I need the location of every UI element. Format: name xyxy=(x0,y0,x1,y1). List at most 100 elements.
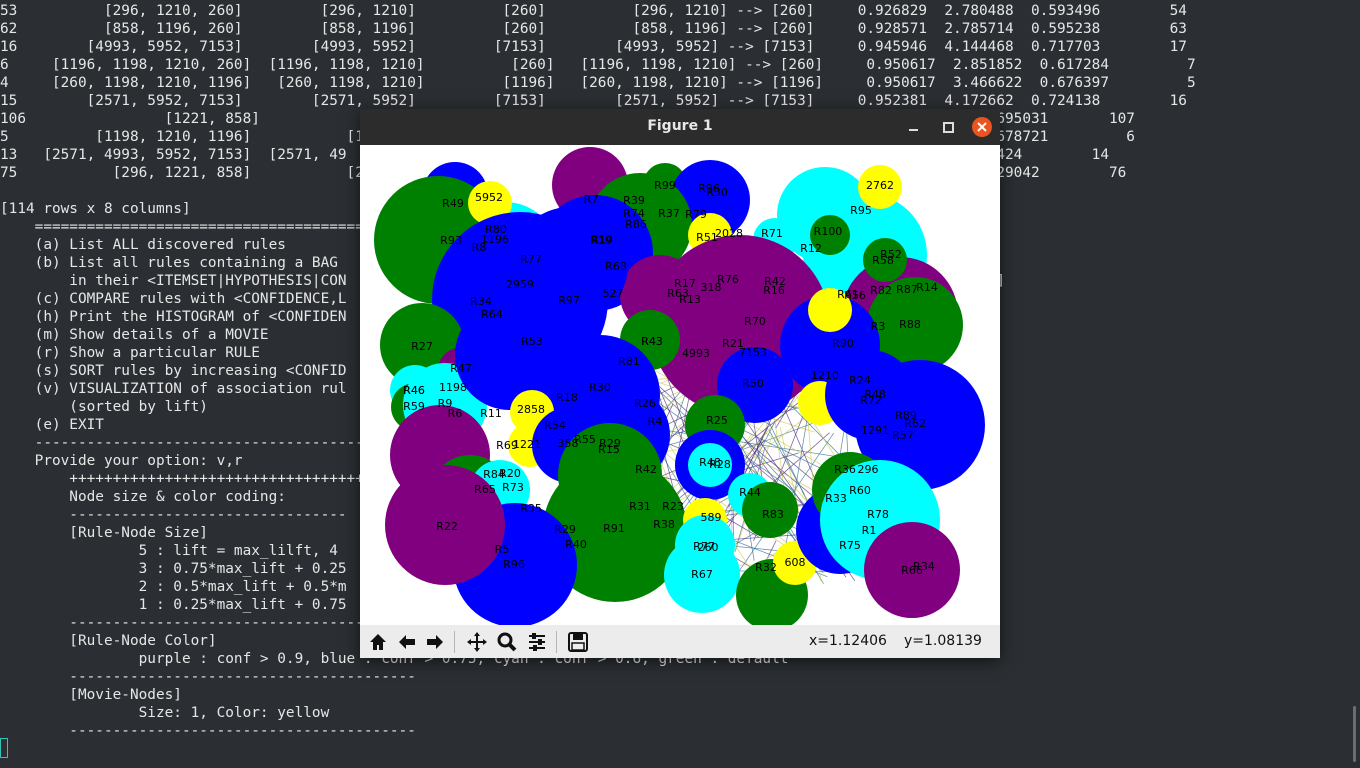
terminal-line: [Rule-Node Size] xyxy=(0,525,208,541)
terminal-line: 4 [260, 1198, 1210, 1196] [260, 1198, 12… xyxy=(0,75,1196,91)
node-label: R42 xyxy=(764,275,786,288)
node-label: R57 xyxy=(892,429,914,442)
terminal-line: [Movie-Nodes] xyxy=(0,687,182,703)
pan-icon xyxy=(467,632,487,652)
node-label: R59 xyxy=(403,400,425,413)
terminal-line: (a) List ALL discovered rules xyxy=(0,237,286,253)
close-button[interactable] xyxy=(972,117,992,137)
terminal-line: -------------------------------- xyxy=(0,507,347,523)
node-label: R68 xyxy=(605,260,627,273)
terminal-line: 5 : lift = max_lilft, 4 xyxy=(0,543,338,559)
node-label: 7153 xyxy=(739,346,767,359)
node-label: R77 xyxy=(520,253,542,266)
maximize-button[interactable] xyxy=(939,118,957,136)
node-label: R5 xyxy=(495,543,510,556)
terminal-line: 1 : 0.25*max_lift + 0.75 xyxy=(0,597,347,613)
terminal-line: (b) List all rules containing a BAG xyxy=(0,255,338,271)
terminal-line: (r) Show a particular RULE xyxy=(0,345,260,361)
node-label: R54 xyxy=(544,419,566,432)
node-label: R43 xyxy=(641,335,663,348)
node-label: R81 xyxy=(618,355,640,368)
terminal-line: 2 : 0.5*max_lift + 0.5*m xyxy=(0,579,347,595)
plot-canvas[interactable]: R49 5952 R93 R80 1196 R8 R7 R39 R74 R86 R37 R99 R96 R… xyxy=(360,145,1000,625)
back-button[interactable] xyxy=(394,629,420,655)
terminal-line: 3 : 0.75*max_lift + 0.25 xyxy=(0,561,347,577)
terminal-line: (h) Print the HISTOGRAM of <CONFIDEN xyxy=(0,309,347,325)
terminal-scrollbar[interactable] xyxy=(1353,706,1356,762)
node-label: R32 xyxy=(755,561,777,574)
node-label: R97 xyxy=(558,294,580,307)
node-label: 2858 xyxy=(517,403,545,416)
terminal-line: 6 [1196, 1198, 1210, 260] [1196, 1198, 1… xyxy=(0,57,1196,73)
node-label: R31 xyxy=(629,500,651,513)
save-button[interactable] xyxy=(565,629,591,655)
node-label: R53 xyxy=(521,335,543,348)
node-label: R42 xyxy=(635,463,657,476)
terminal-line: 53 [296, 1210, 260] [296, 1210] [260] [2… xyxy=(0,3,1187,19)
node-label: R67 xyxy=(691,568,713,581)
node-label: R34 xyxy=(913,560,935,573)
window-title: Figure 1 xyxy=(647,118,713,134)
node-label: 296 xyxy=(858,463,879,476)
node-label: R4 xyxy=(648,415,663,428)
node-label: R29 xyxy=(554,523,576,536)
node-label: R75 xyxy=(839,539,861,552)
terminal-line: (sorted by lift) xyxy=(0,399,208,415)
terminal-line: (e) EXIT xyxy=(0,417,104,433)
node-label: 5952 xyxy=(475,191,503,204)
node-label: R47 xyxy=(450,362,472,375)
node-label: R70 xyxy=(744,315,766,328)
node-label: 1210 xyxy=(811,369,839,382)
terminal-line: Provide your option: v,r xyxy=(0,453,243,469)
node-label: R58 xyxy=(872,254,894,267)
node-label: R64 xyxy=(481,308,503,321)
node-label: 2959 xyxy=(506,278,534,291)
node-label: R95 xyxy=(850,204,872,217)
node-label: R8 xyxy=(472,241,487,254)
node-label: 1198 xyxy=(439,381,467,394)
home-button[interactable] xyxy=(365,629,391,655)
configure-subplots-button[interactable] xyxy=(524,629,550,655)
node-label: R25 xyxy=(706,414,728,427)
minimize-button[interactable] xyxy=(905,118,923,136)
node-label: 2028 xyxy=(715,227,743,240)
terminal-line: [Rule-Node Color] xyxy=(0,633,217,649)
node-label: R36 xyxy=(834,463,856,476)
node-label: R1 xyxy=(862,524,877,537)
node-label: R14 xyxy=(916,281,938,294)
terminal-line: ---------------------------------------- xyxy=(0,435,382,451)
configure-subplots-icon xyxy=(529,633,545,651)
node-label: R3 xyxy=(871,320,886,333)
zoom-button[interactable] xyxy=(494,629,520,655)
node-label: R72 xyxy=(860,394,882,407)
node-label: R34 xyxy=(470,295,492,308)
pan-button[interactable] xyxy=(464,629,490,655)
node-label: R38 xyxy=(653,518,675,531)
node-label: R86 xyxy=(625,218,647,231)
forward-button[interactable] xyxy=(422,629,448,655)
terminal-line: Node size & color coding: xyxy=(0,489,286,505)
node-label: R23 xyxy=(662,500,684,513)
node-label: R12 xyxy=(800,242,822,255)
save-icon xyxy=(568,632,588,652)
node-label: R22 xyxy=(436,520,458,533)
node-label: R55 xyxy=(574,433,596,446)
node-label: R24 xyxy=(849,374,871,387)
window-titlebar[interactable]: Figure 1 xyxy=(360,109,1000,145)
terminal-line: 62 [858, 1196, 260] [858, 1196] [260] [8… xyxy=(0,21,1187,37)
node-label: R83 xyxy=(762,508,784,521)
figure-window[interactable]: Figure 1 R49 5952 R93 R80 1196 R8 R7 R39 R74 R86 R… xyxy=(360,109,1000,658)
node-label: R28 xyxy=(709,458,731,471)
node-label: R40 xyxy=(565,538,587,551)
node-label: R79 xyxy=(685,208,707,221)
terminal-line: ---------------------------------------- xyxy=(0,615,416,631)
matplotlib-toolbar: x=1.12406 y=1.08139 xyxy=(360,625,1000,658)
terminal-line: (c) COMPARE rules with <CONFIDENCE,L xyxy=(0,291,347,307)
terminal-line: Size: 1, Color: yellow xyxy=(0,705,330,721)
node-label: R88 xyxy=(899,318,921,331)
terminal-line: 15 [2571, 5952, 7153] [2571, 5952] [7153… xyxy=(0,93,1187,109)
node-label: R56 xyxy=(844,289,866,302)
node-label: R18 xyxy=(556,391,578,404)
node-label: R30 xyxy=(706,186,728,199)
back-icon xyxy=(399,635,415,649)
